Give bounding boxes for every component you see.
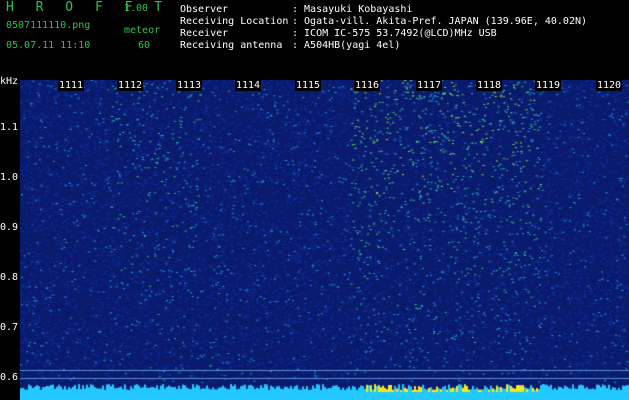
y-tick-label: 1.1 <box>0 122 19 133</box>
x-tick-label: 1114 <box>235 80 262 91</box>
spectrogram: 1111 1112 1113 1114 1115 1116 1117 1118 … <box>20 80 629 400</box>
y-tick-label: 0.7 <box>0 322 19 333</box>
mode-label: meteor <box>124 25 161 36</box>
x-tick-label: 1120 <box>596 80 623 91</box>
y-tick-label: 0.9 <box>0 222 19 233</box>
antenna-label: Receiving antenna <box>180 40 283 51</box>
x-tick-label: 1112 <box>117 80 144 91</box>
location-value: : Ogata-vill. Akita-Pref. JAPAN (139.96E… <box>292 16 588 27</box>
y-tick-label: 0.8 <box>0 272 19 283</box>
y-tick-label: 0.6 <box>0 372 19 383</box>
x-tick-label: 1119 <box>535 80 562 91</box>
observer-label: Observer <box>180 4 229 15</box>
date-time: 05.07.11 11:10 <box>6 40 91 51</box>
count-value: 60 <box>138 40 151 51</box>
x-tick-label: 1118 <box>476 80 503 91</box>
receiver-value: : ICOM IC-575 53.7492(@LCD)MHz USB <box>292 28 497 39</box>
receiver-label: Receiver <box>180 28 229 39</box>
location-label: Receiving Location <box>180 16 289 27</box>
x-tick-label: 1116 <box>354 80 381 91</box>
x-tick-label: 1113 <box>176 80 203 91</box>
observer-value: : Masayuki Kobayashi <box>292 4 413 15</box>
y-tick-label: 1.0 <box>0 172 19 183</box>
app-version: 1.00 <box>124 3 149 14</box>
x-tick-label: 1111 <box>58 80 85 91</box>
antenna-value: : A504HB(yagi 4el) <box>292 40 401 51</box>
file-name: 0507111110.png <box>6 20 91 31</box>
spectrogram-canvas <box>20 80 629 400</box>
y-axis-unit: kHz <box>0 76 19 87</box>
x-tick-label: 1115 <box>295 80 322 91</box>
x-tick-label: 1117 <box>416 80 443 91</box>
